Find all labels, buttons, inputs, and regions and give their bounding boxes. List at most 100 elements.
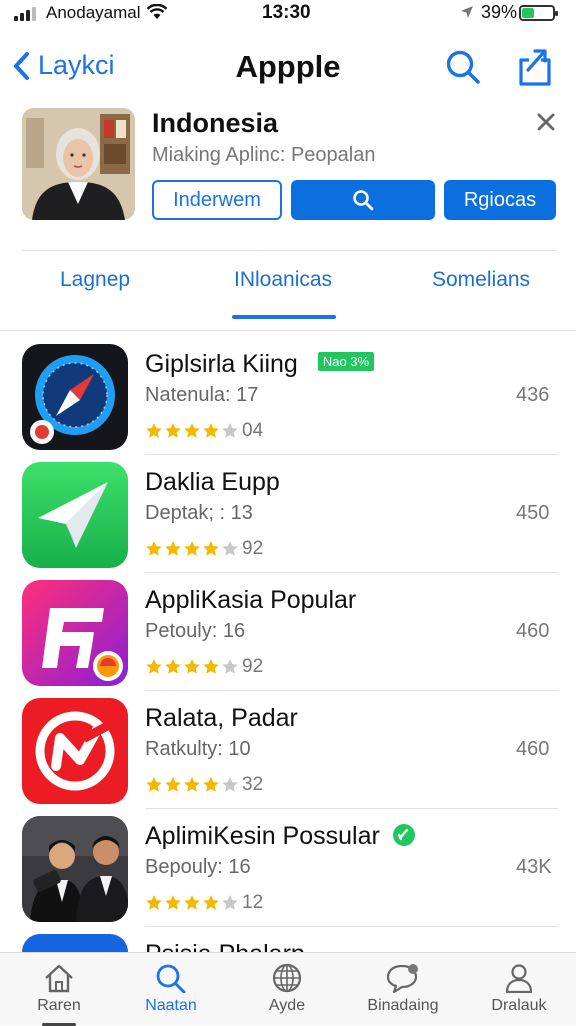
list-item[interactable]: AppliKasia Popular Petouly: 16 92 460 bbox=[0, 580, 576, 698]
list-item[interactable]: Psisia Phalarp bbox=[0, 934, 576, 952]
list-item[interactable]: Daklia Eupp Deptak; : 13 92 450 bbox=[0, 462, 576, 580]
app-name: Daklia Eupp bbox=[145, 468, 280, 496]
blue-app-icon bbox=[22, 934, 128, 952]
person-icon bbox=[505, 964, 533, 993]
divider bbox=[22, 250, 556, 251]
app-number: 460 bbox=[516, 620, 550, 642]
profile-name: Indonesia bbox=[152, 108, 279, 138]
compass-icon bbox=[22, 344, 128, 450]
globe-icon bbox=[272, 963, 302, 993]
app-name: AppliKasia Popular bbox=[145, 586, 357, 614]
avatar bbox=[22, 108, 135, 220]
star-filled-icon bbox=[165, 659, 181, 674]
list-item[interactable]: Ralata, Padar Ratkulty: 10 32 460 bbox=[0, 698, 576, 816]
app-meta: Natenula: 17 bbox=[145, 384, 259, 406]
tabbar-item-dralauk[interactable]: Dralauk bbox=[469, 963, 569, 1015]
star-filled-icon bbox=[146, 777, 162, 792]
discount-badge: Nao 3% bbox=[317, 351, 375, 371]
star-filled-icon bbox=[203, 423, 219, 438]
tab-inloanicas[interactable]: INloanicas bbox=[234, 268, 332, 292]
battery-percent: 39% bbox=[481, 2, 518, 22]
star-empty-icon bbox=[222, 895, 238, 910]
tabbar-item-raren[interactable]: Raren bbox=[9, 963, 109, 1026]
star-filled-icon bbox=[203, 541, 219, 556]
tabbar-item-ayde[interactable]: Ayde bbox=[237, 963, 337, 1015]
divider bbox=[145, 808, 558, 809]
rating-count: 92 bbox=[242, 538, 264, 559]
star-rating: 92 bbox=[145, 656, 263, 678]
app-number: 43K bbox=[516, 856, 552, 878]
star-filled-icon bbox=[146, 895, 162, 910]
rating-count: 32 bbox=[242, 774, 264, 795]
cellular-signal-icon bbox=[14, 7, 36, 21]
search-icon bbox=[156, 964, 186, 993]
star-filled-icon bbox=[165, 423, 181, 438]
star-empty-icon bbox=[222, 777, 238, 792]
back-label: Laykci bbox=[38, 50, 115, 80]
app-number: 436 bbox=[516, 384, 550, 406]
search-icon bbox=[353, 190, 374, 211]
star-rating: 12 bbox=[145, 892, 263, 914]
tabbar-label: Naatan bbox=[145, 997, 197, 1014]
tabbar-label: Ayde bbox=[268, 997, 306, 1014]
chat-icon bbox=[386, 964, 418, 993]
app-name: Psisia Phalarp bbox=[145, 940, 305, 952]
tabbar-item-binadaing[interactable]: Binadaing bbox=[353, 963, 453, 1015]
tab-lagnep[interactable]: Lagnep bbox=[60, 268, 130, 292]
location-arrow-icon bbox=[461, 6, 473, 18]
star-filled-icon bbox=[165, 541, 181, 556]
tabbar-label: Dralauk bbox=[491, 997, 547, 1014]
tabbar-label: Raren bbox=[37, 997, 81, 1014]
app-meta: Ratkulty: 10 bbox=[145, 738, 251, 760]
star-rating: 92 bbox=[145, 538, 263, 560]
back-button[interactable]: Laykci bbox=[12, 50, 115, 81]
clock: 13:30 bbox=[262, 2, 311, 23]
filled-action-button[interactable]: Rgiocas bbox=[444, 180, 556, 220]
star-filled-icon bbox=[146, 423, 162, 438]
star-empty-icon bbox=[222, 423, 238, 438]
tabbar-label: Binadaing bbox=[367, 997, 439, 1014]
rating-count: 12 bbox=[242, 892, 264, 913]
star-filled-icon bbox=[184, 423, 200, 438]
app-name: AplimiKesin Possular bbox=[145, 822, 415, 851]
share-button[interactable] bbox=[516, 46, 554, 88]
tab-somelians[interactable]: Somelians bbox=[432, 268, 530, 292]
app-name: Giplsirla Kiing Nao 3% bbox=[145, 350, 375, 379]
rating-count: 92 bbox=[242, 656, 264, 677]
search-button[interactable] bbox=[444, 48, 482, 86]
battery-icon bbox=[519, 5, 558, 21]
divider bbox=[0, 330, 576, 331]
photo-icon bbox=[22, 816, 128, 922]
divider bbox=[145, 690, 558, 691]
active-tab-indicator bbox=[232, 315, 336, 319]
close-button[interactable] bbox=[534, 110, 558, 134]
star-filled-icon bbox=[184, 895, 200, 910]
verified-icon bbox=[392, 824, 415, 846]
star-filled-icon bbox=[184, 659, 200, 674]
status-bar: Anodayamal 13:30 39% bbox=[0, 0, 576, 26]
list-item[interactable]: AplimiKesin Possular Bepouly: 16 12 43K bbox=[0, 816, 576, 934]
app-meta: Deptak; : 13 bbox=[145, 502, 253, 524]
paper-plane-icon bbox=[22, 462, 128, 568]
f-letter-icon bbox=[22, 580, 128, 686]
search-action-button[interactable] bbox=[291, 180, 435, 220]
bottom-tab-bar: Raren Naatan Ayde Binadaing Dralauk bbox=[0, 952, 576, 1026]
carrier-name: Anodayamal bbox=[46, 3, 141, 22]
chevron-left-icon bbox=[14, 51, 29, 80]
divider bbox=[145, 454, 558, 455]
star-rating: 04 bbox=[145, 420, 263, 442]
app-meta: Petouly: 16 bbox=[145, 620, 246, 642]
segment-tabs: Lagnep INloanicas Somelians bbox=[0, 252, 576, 330]
list-item[interactable]: Giplsirla Kiing Nao 3% Natenula: 17 04 43… bbox=[0, 344, 576, 462]
app-number: 450 bbox=[516, 502, 550, 524]
wifi-icon bbox=[146, 4, 168, 19]
star-filled-icon bbox=[165, 777, 181, 792]
outline-action-button[interactable]: Inderwem bbox=[152, 180, 282, 220]
app-number: 460 bbox=[516, 738, 550, 760]
star-filled-icon bbox=[184, 777, 200, 792]
tabbar-item-naatan[interactable]: Naatan bbox=[121, 963, 221, 1015]
star-empty-icon bbox=[222, 541, 238, 556]
divider bbox=[145, 926, 558, 927]
star-empty-icon bbox=[222, 659, 238, 674]
star-filled-icon bbox=[146, 541, 162, 556]
